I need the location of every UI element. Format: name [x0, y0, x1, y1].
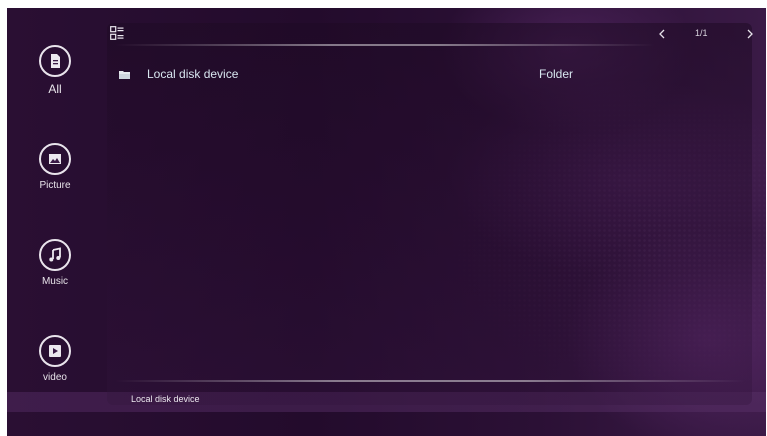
chevron-right-icon[interactable] — [743, 27, 757, 41]
sidebar-item-label: Music — [41, 276, 69, 287]
media-player-screen: All Picture Music video 1/1 Local disk d… — [7, 8, 766, 436]
sidebar-item-picture[interactable]: Picture — [7, 143, 103, 191]
list-view-icon[interactable] — [110, 26, 124, 40]
file-type: Folder — [539, 67, 574, 81]
play-icon — [39, 335, 71, 367]
file-row[interactable]: Local disk device Folder — [115, 63, 735, 87]
file-browser-panel: 1/1 Local disk device Folder — [107, 23, 753, 405]
image-icon — [39, 143, 71, 175]
folder-icon — [119, 71, 130, 79]
sidebar-item-video[interactable]: video — [7, 335, 103, 383]
file-name: Local disk device — [147, 67, 239, 81]
page-indicator: 1/1 — [695, 28, 708, 38]
sidebar: All Picture Music video — [7, 8, 103, 398]
current-path: Local disk device — [131, 394, 200, 404]
sidebar-item-label: video — [43, 372, 67, 383]
sidebar-item-label: Picture — [39, 180, 71, 191]
sidebar-item-music[interactable]: Music — [7, 239, 103, 287]
document-icon — [39, 45, 71, 77]
footer-divider — [115, 380, 745, 382]
music-note-icon — [39, 239, 71, 271]
sidebar-item-all[interactable]: All — [7, 45, 103, 96]
sidebar-item-label: All — [48, 82, 62, 96]
chevron-left-icon[interactable] — [655, 27, 669, 41]
header-divider — [115, 44, 655, 46]
